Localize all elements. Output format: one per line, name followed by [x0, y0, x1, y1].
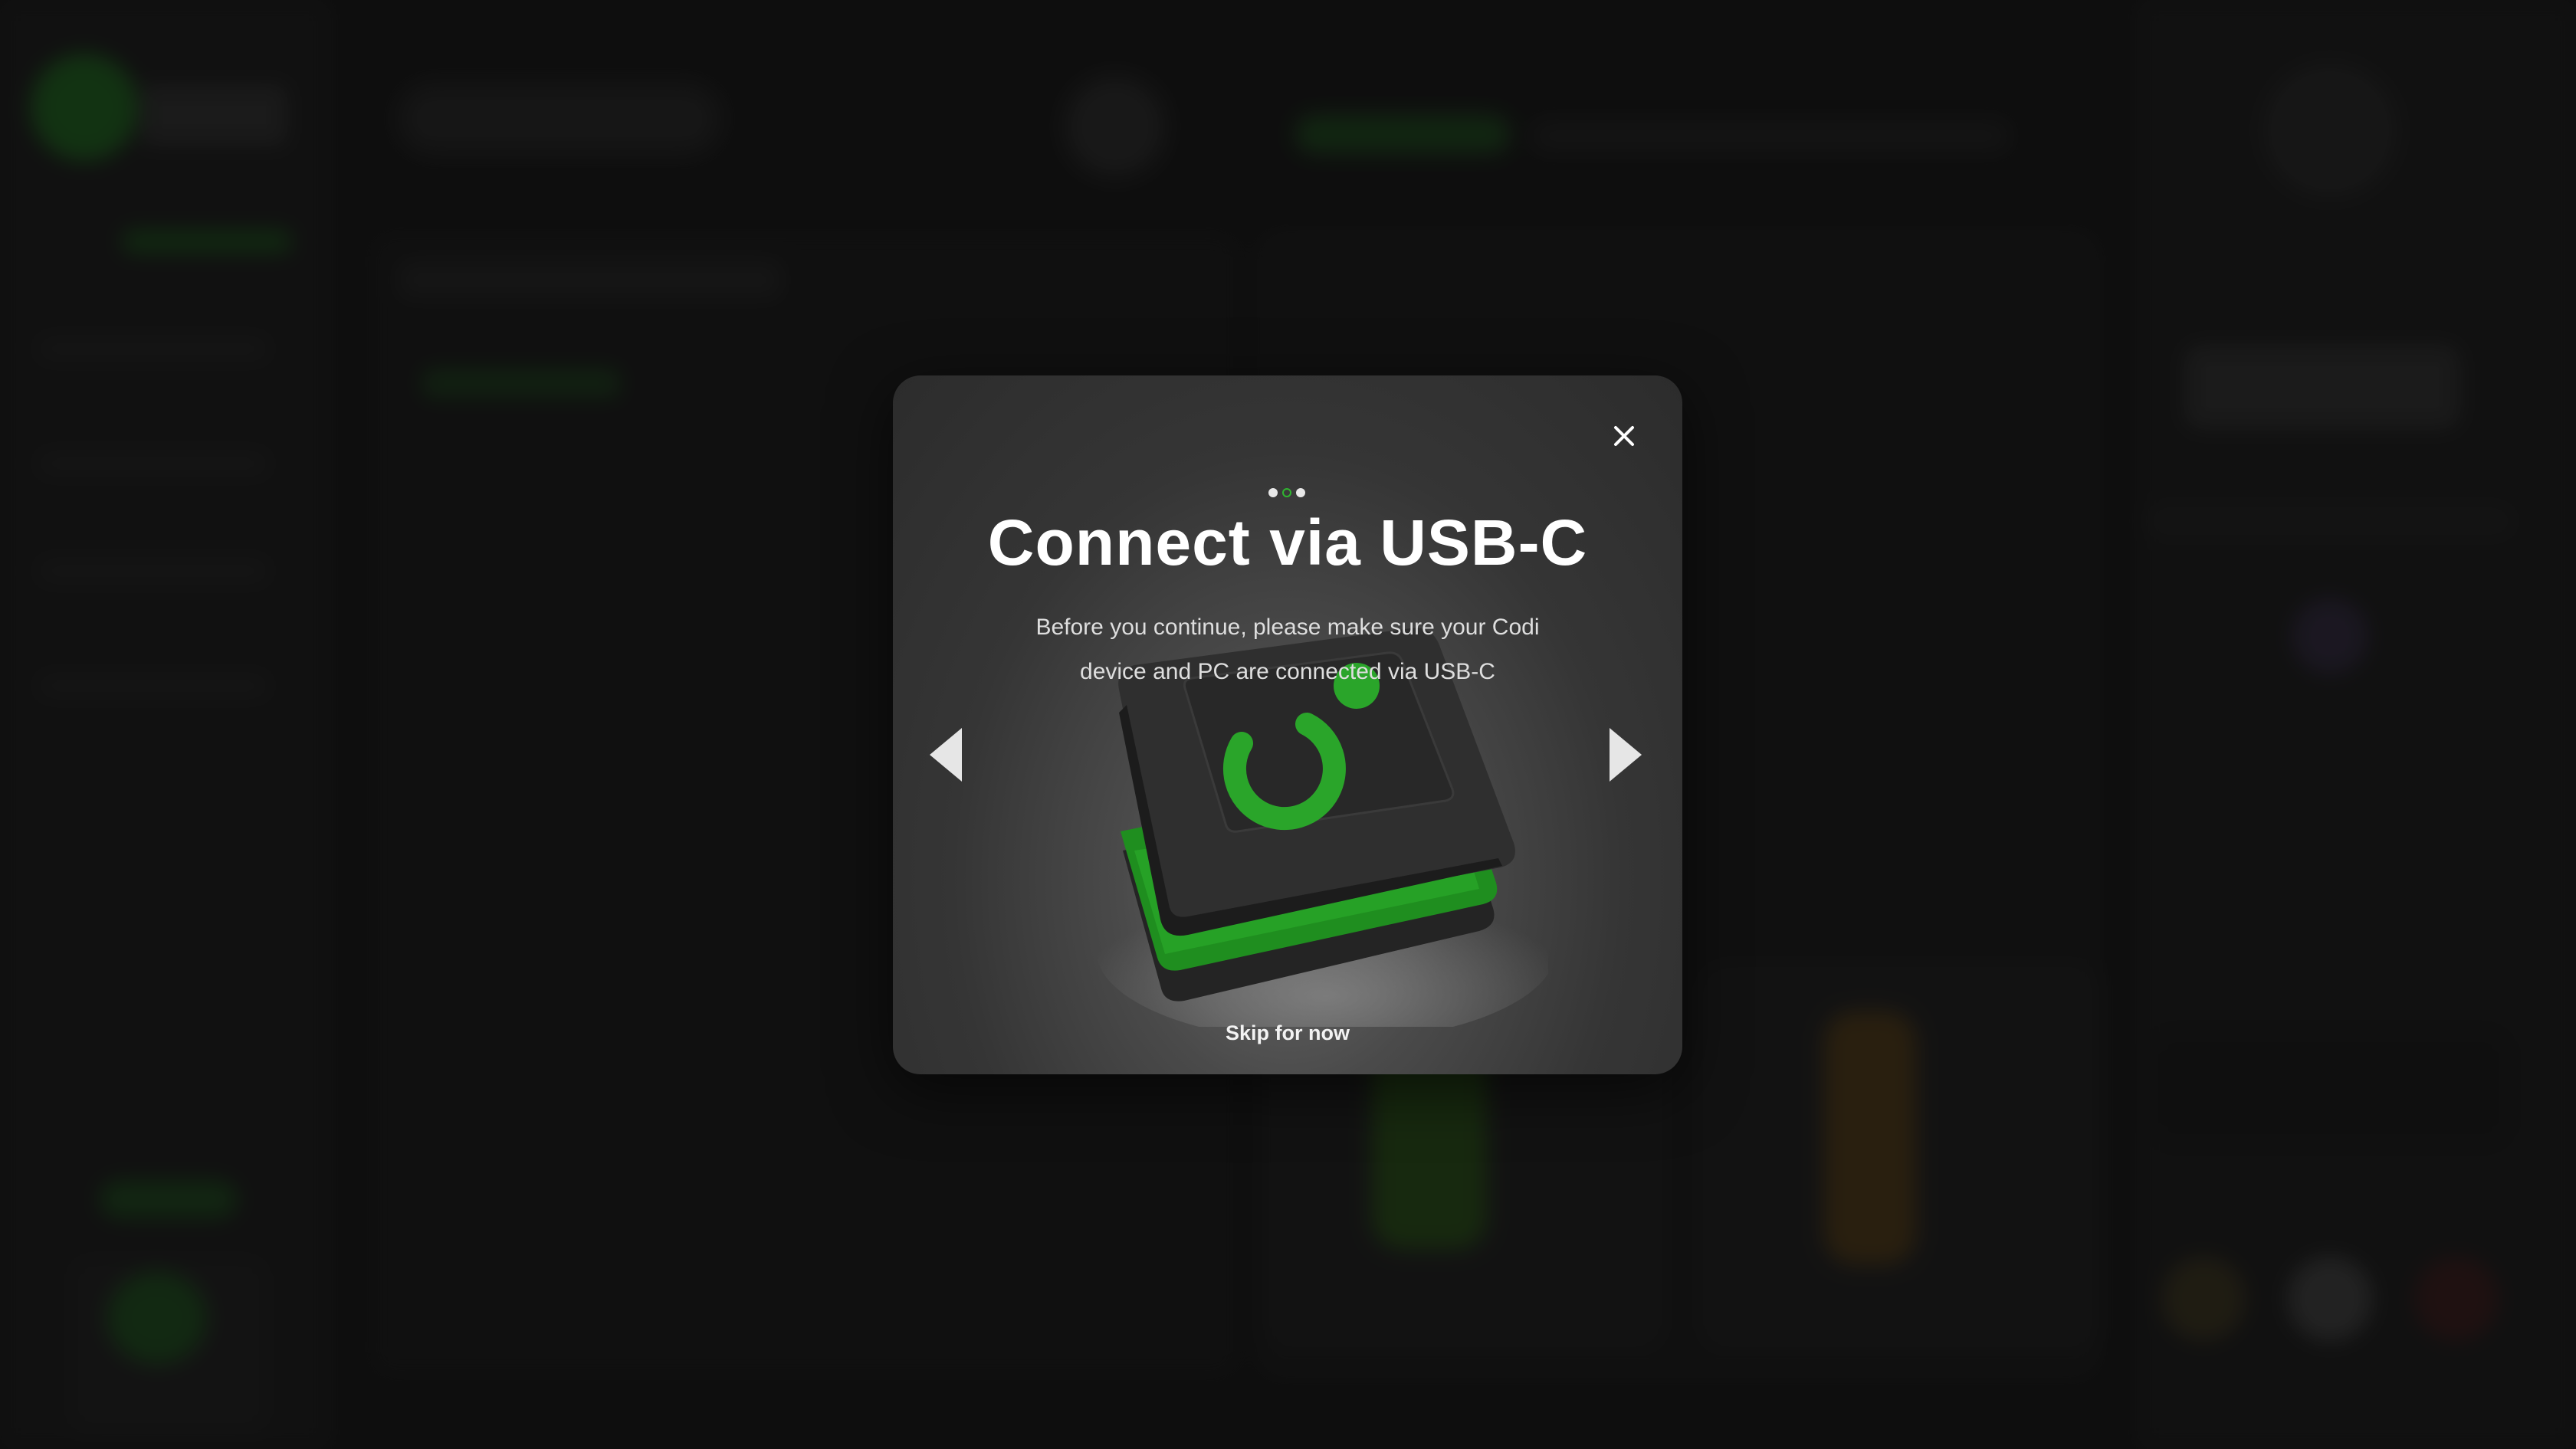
step-dot — [1296, 488, 1305, 497]
arrow-right-icon[interactable] — [1602, 724, 1648, 785]
step-dot-active — [1282, 488, 1291, 497]
close-button[interactable] — [1606, 418, 1642, 454]
close-icon — [1614, 426, 1634, 446]
step-dot — [1268, 488, 1278, 497]
step-indicator — [1268, 488, 1305, 497]
modal-description: Before you continue, please make sure yo… — [1035, 615, 1540, 684]
arrow-left-icon[interactable] — [924, 724, 970, 785]
skip-button[interactable]: Skip for now — [893, 1021, 1682, 1045]
modal-title: Connect via USB-C — [987, 506, 1588, 579]
